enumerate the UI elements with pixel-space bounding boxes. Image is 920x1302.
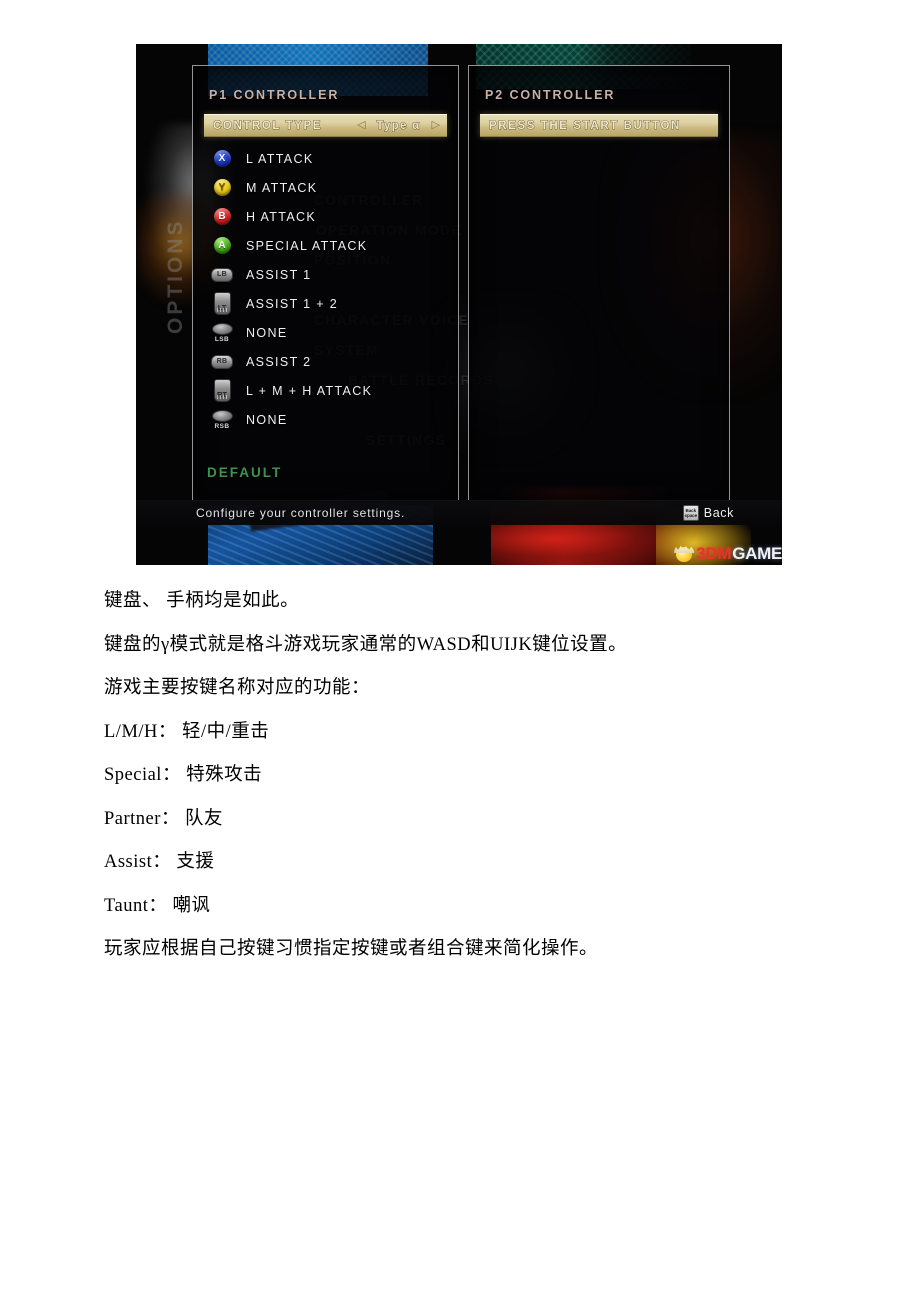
watermark-text-3dm: 3DM	[696, 543, 732, 563]
binding-row[interactable]: LT ASSIST 1 + 2	[205, 289, 450, 318]
control-type-label: CONTROL TYPE	[213, 119, 323, 132]
binding-action-label: ASSIST 2	[246, 354, 312, 369]
xbox-lb-bumper-icon: LB	[205, 267, 239, 282]
binding-row[interactable]: RSB NONE	[205, 405, 450, 434]
xbox-y-button-icon: Y	[205, 179, 239, 196]
paragraph-line: L/M/H： 轻/中/重击	[104, 721, 270, 742]
binding-row[interactable]: RT L + M + H ATTACK	[205, 376, 450, 405]
watermark-text-game: GAME	[732, 543, 782, 563]
left-stick-glyph	[211, 322, 233, 335]
options-vertical-label: OPTIONS	[164, 218, 187, 334]
binding-row[interactable]: A SPECIAL ATTACK	[205, 231, 450, 260]
control-type-selector[interactable]: ◁ Type α ▷	[357, 119, 440, 132]
binding-action-label: NONE	[246, 325, 288, 340]
rsb-button-label: RSB	[214, 422, 230, 430]
xbox-rsb-stick-icon: RSB	[205, 409, 239, 430]
binding-action-label: L ATTACK	[246, 151, 314, 166]
binding-row[interactable]: LSB NONE	[205, 318, 450, 347]
xbox-lsb-stick-icon: LSB	[205, 322, 239, 343]
game-screenshot: CONTROLLER OPERATION MODE POSITION CHARA…	[136, 44, 782, 565]
paragraph-line: Partner： 队友	[104, 808, 224, 829]
paragraph-line: Special： 特殊攻击	[104, 765, 263, 785]
binding-action-label: H ATTACK	[246, 209, 317, 224]
hint-text: Configure your controller settings.	[196, 505, 406, 520]
watermark-3dmgame: 3DM GAME	[673, 542, 782, 564]
a-button-glyph: A	[213, 237, 231, 254]
paragraph-line: 键盘、 手柄均是如此。	[104, 591, 300, 611]
back-key-line2: space	[684, 512, 698, 518]
back-key-icon: Back space	[682, 504, 699, 521]
binding-row[interactable]: B H ATTACK	[205, 202, 450, 231]
p1-panel-title: P1 CONTROLLER	[209, 88, 340, 102]
xbox-rt-trigger-icon: RT	[205, 379, 239, 402]
chick-mascot-icon	[673, 542, 695, 564]
rt-button-glyph: RT	[213, 379, 231, 402]
binding-action-label: L + M + H ATTACK	[246, 383, 373, 398]
control-type-value: Type α	[376, 119, 421, 132]
p1-controller-panel: P1 CONTROLLER CONTROL TYPE ◁ Type α ▷ X …	[192, 65, 459, 501]
binding-action-label: ASSIST 1	[246, 267, 312, 282]
binding-row[interactable]: RB ASSIST 2	[205, 347, 450, 376]
document-body-text: 键盘、 手柄均是如此。 键盘的γ模式就是格斗游戏玩家通常的WASD和UIJK键位…	[104, 580, 816, 972]
paragraph-line: 游戏主要按键名称对应的功能：	[104, 678, 371, 698]
p2-start-prompt-row[interactable]: PRESS THE START BUTTON	[480, 114, 718, 137]
back-button[interactable]: Back space Back	[682, 504, 734, 521]
p1-binding-list: X L ATTACK Y M ATTACK B H ATTACK A SPECI…	[205, 144, 450, 434]
binding-row[interactable]: X L ATTACK	[205, 144, 450, 173]
paragraph-line: 键盘的γ模式就是格斗游戏玩家通常的WASD和UIJK键位设置。	[104, 634, 628, 655]
binding-row[interactable]: Y M ATTACK	[205, 173, 450, 202]
y-button-glyph: Y	[213, 179, 231, 196]
binding-action-label: NONE	[246, 412, 288, 427]
p2-start-prompt-label: PRESS THE START BUTTON	[489, 119, 681, 132]
xbox-a-button-icon: A	[205, 237, 239, 254]
rb-button-glyph: RB	[211, 354, 233, 369]
binding-row[interactable]: LB ASSIST 1	[205, 260, 450, 289]
paragraph-line: 玩家应根据自己按键习惯指定按键或者组合键来简化操作。	[104, 939, 599, 959]
b-button-glyph: B	[213, 208, 231, 225]
binding-action-label: M ATTACK	[246, 180, 318, 195]
lb-button-glyph: LB	[211, 267, 233, 282]
bottom-hint-bar: Configure your controller settings. Back…	[136, 500, 782, 525]
x-button-glyph: X	[213, 150, 231, 167]
xbox-rb-bumper-icon: RB	[205, 354, 239, 369]
paragraph-line: Taunt： 嘲讽	[104, 895, 211, 916]
control-type-row[interactable]: CONTROL TYPE ◁ Type α ▷	[204, 114, 447, 137]
p2-panel-title: P2 CONTROLLER	[485, 88, 616, 102]
xbox-x-button-icon: X	[205, 150, 239, 167]
p2-controller-panel: P2 CONTROLLER PRESS THE START BUTTON	[468, 65, 730, 501]
chevron-right-icon[interactable]: ▷	[432, 120, 440, 131]
paragraph-line: Assist： 支援	[104, 852, 215, 872]
right-stick-glyph	[211, 409, 233, 422]
binding-action-label: SPECIAL ATTACK	[246, 238, 368, 253]
lsb-button-label: LSB	[214, 335, 230, 343]
default-button[interactable]: DEFAULT	[207, 465, 282, 480]
xbox-b-button-icon: B	[205, 208, 239, 225]
back-button-label: Back	[703, 505, 734, 520]
lt-button-glyph: LT	[213, 292, 231, 315]
binding-action-label: ASSIST 1 + 2	[246, 296, 339, 311]
xbox-lt-trigger-icon: LT	[205, 292, 239, 315]
chevron-left-icon[interactable]: ◁	[357, 120, 365, 131]
